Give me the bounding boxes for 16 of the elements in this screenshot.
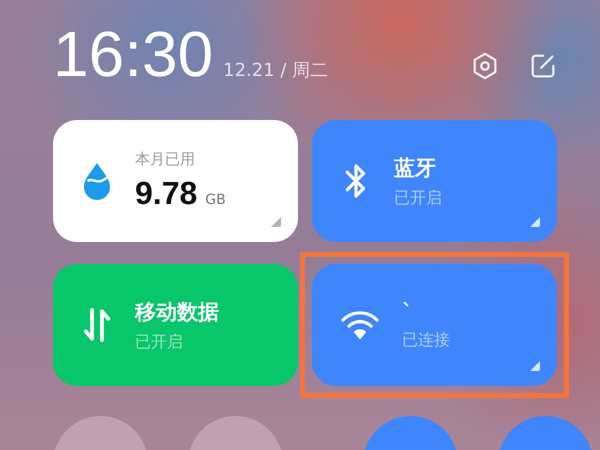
usage-unit: GB [205, 192, 226, 208]
usage-value: 9.78 [135, 175, 198, 212]
toggle-tile[interactable]: ` 已连接 [312, 264, 557, 386]
tile-status: 已连接 [402, 330, 450, 350]
tile-status: 已开启 [394, 188, 442, 208]
tile-status: 已开启 [135, 332, 184, 352]
data-usage-tile[interactable]: 本月已用 9.78 GB [53, 120, 298, 242]
water-drop-icon [81, 161, 113, 201]
toggle-tile[interactable]: 蓝牙 已开启 [312, 120, 557, 242]
tile-title: 移动数据 [135, 298, 219, 326]
toggle-tile[interactable]: 移动数据 已开启 [53, 264, 298, 386]
date-text: 12.21 / 周二 [223, 59, 328, 82]
tile-title: 蓝牙 [394, 154, 437, 182]
usage-label: 本月已用 [135, 150, 196, 169]
clock-time: 16:30 [53, 22, 214, 86]
tile-title: ` [402, 300, 414, 324]
